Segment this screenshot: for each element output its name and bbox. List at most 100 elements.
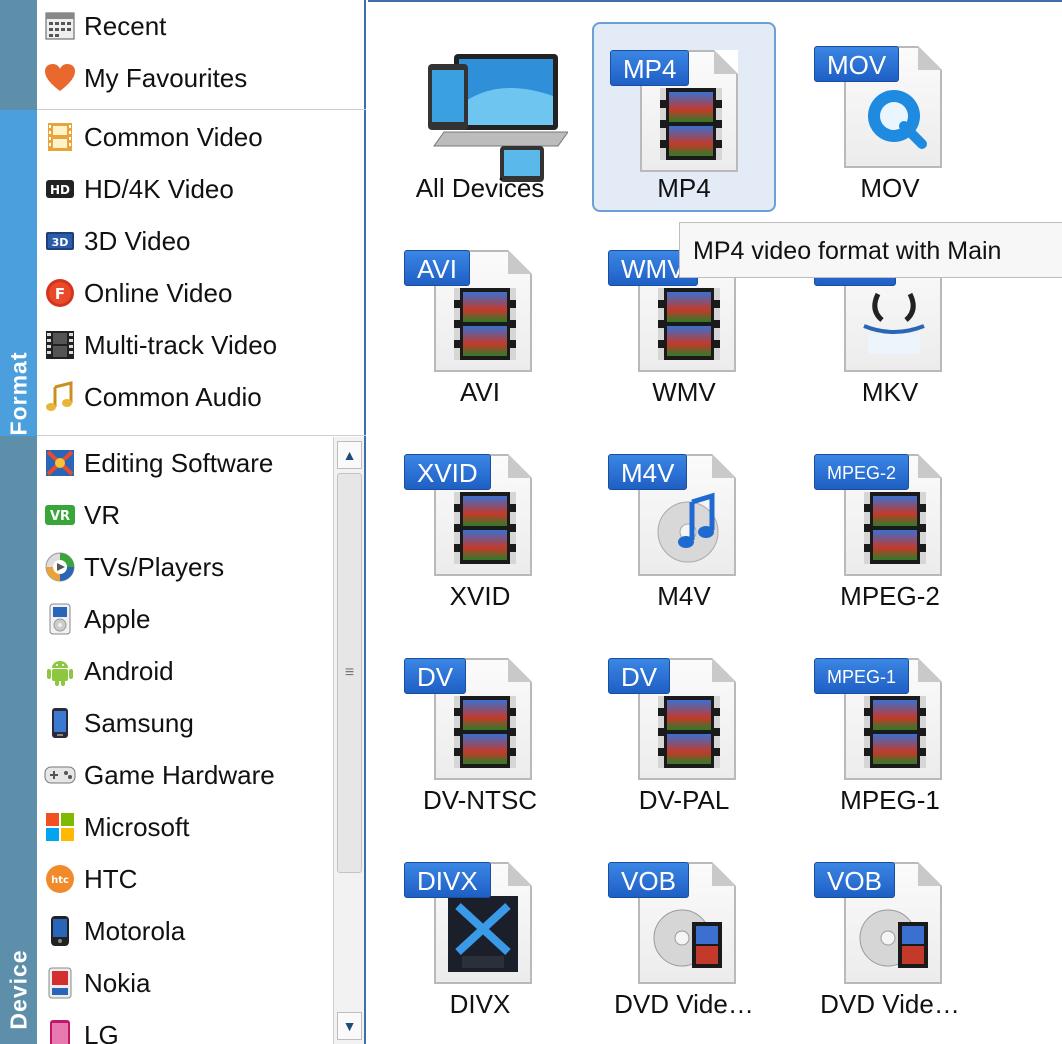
list-item-label: TVs/Players: [84, 551, 225, 582]
list-item-multi-track-video[interactable]: Multi-track Video: [37, 319, 366, 371]
cell-label: WMV: [652, 377, 716, 407]
file-icon: AVI: [404, 250, 532, 372]
devices-icon: [426, 46, 569, 192]
list-item-label: VR: [84, 499, 121, 530]
scroll-down-arrow-icon[interactable]: ▼: [337, 1012, 362, 1040]
device-group: Editing Software VR VR TVs/Players Apple…: [37, 437, 366, 1044]
list-item-3d-video[interactable]: 3D 3D Video: [37, 215, 366, 267]
format-badge: DIVX: [404, 862, 491, 898]
format-badge: DV: [608, 658, 671, 694]
file-icon: DIVX: [404, 862, 532, 984]
format-cell-divx[interactable]: DIVX DIVX: [388, 836, 572, 1026]
device-tab[interactable]: Device: [0, 436, 37, 1044]
vr-icon: VR: [44, 499, 76, 531]
list-item-online-video[interactable]: F Online Video: [37, 267, 366, 319]
list-item-motorola[interactable]: Motorola: [37, 905, 366, 957]
scrollbar-thumb[interactable]: ≡: [337, 473, 362, 873]
svg-text:F: F: [55, 285, 65, 303]
format-badge: DV: [404, 658, 467, 694]
format-badge: M4V: [608, 454, 688, 490]
list-item-game-hardware[interactable]: Game Hardware: [37, 749, 366, 801]
cell-label: MP4: [657, 173, 711, 203]
filmstrip-icon: [44, 329, 76, 361]
list-item-apple[interactable]: Apple: [37, 593, 366, 645]
format-cell-dvd-video-1[interactable]: VOB DVD Vide…: [592, 836, 776, 1026]
list-item-htc[interactable]: htc HTC: [37, 853, 366, 905]
samsung-phone-icon: [44, 707, 76, 739]
list-item-label: Editing Software: [84, 447, 274, 478]
list-item-lg[interactable]: LG: [37, 1009, 366, 1044]
film-icon: [44, 121, 76, 153]
format-cell-mp4[interactable]: MP4 MP4: [592, 22, 776, 212]
format-cell-all-devices[interactable]: All Devices: [388, 20, 572, 210]
device-list-scrollbar[interactable]: ▲ ≡ ▼: [333, 437, 364, 1044]
calendar-icon: [44, 10, 76, 42]
hd-icon: HD: [44, 173, 76, 205]
format-badge: MPEG-2: [814, 454, 910, 490]
htc-icon: htc: [44, 863, 76, 895]
cell-label: DIVX: [449, 989, 511, 1019]
list-item-label: HD/4K Video: [84, 173, 234, 204]
list-item-samsung[interactable]: Samsung: [37, 697, 366, 749]
scroll-up-arrow-icon[interactable]: ▲: [337, 441, 362, 469]
format-tab[interactable]: Format: [0, 110, 37, 436]
cell-label: DVD Vide…: [820, 989, 960, 1019]
category-tab-strip: Format Device: [0, 0, 37, 1044]
nokia-icon: [44, 967, 76, 999]
ipod-icon: [44, 603, 76, 635]
cell-label: XVID: [449, 581, 511, 611]
list-item-nokia[interactable]: Nokia: [37, 957, 366, 1009]
editing-icon: [44, 447, 76, 479]
list-item-editing-software[interactable]: Editing Software: [37, 437, 366, 489]
cell-label: DV-PAL: [638, 785, 730, 815]
recent-group: Recent My Favourites: [37, 0, 366, 110]
cell-label: All Devices: [415, 173, 545, 203]
file-icon: MOV: [814, 46, 942, 168]
file-icon: DV: [404, 658, 532, 780]
format-badge: VOB: [814, 862, 895, 898]
format-badge: MPEG-1: [814, 658, 910, 694]
format-cell-mpeg-1[interactable]: MPEG-1 MPEG-1: [798, 632, 982, 822]
list-item-microsoft[interactable]: Microsoft: [37, 801, 366, 853]
list-item-common-audio[interactable]: Common Audio: [37, 371, 366, 423]
cell-label: M4V: [657, 581, 711, 611]
list-item-my-favourites[interactable]: My Favourites: [37, 52, 366, 104]
format-cell-avi[interactable]: AVI AVI: [388, 224, 572, 414]
list-item-hd-4k-video[interactable]: HD HD/4K Video: [37, 163, 366, 215]
matroska-icon: [863, 292, 925, 354]
format-badge: AVI: [404, 250, 470, 286]
list-item-tvs-players[interactable]: TVs/Players: [37, 541, 366, 593]
device-tab-label: Device: [5, 949, 31, 1030]
cell-label: MPEG-1: [840, 785, 940, 815]
list-item-label: 3D Video: [84, 225, 191, 256]
list-item-label: Motorola: [84, 915, 186, 946]
format-badge: MOV: [814, 46, 900, 82]
android-icon: [44, 655, 76, 687]
3d-icon: 3D: [44, 225, 76, 257]
dvd-icon: [653, 909, 722, 968]
file-icon: VOB: [608, 862, 736, 984]
file-icon: MPEG-1: [814, 658, 942, 780]
motorola-icon: [44, 915, 76, 947]
format-cell-mpeg-2[interactable]: MPEG-2 MPEG-2: [798, 428, 982, 618]
gamepad-icon: [44, 759, 76, 791]
list-item-recent[interactable]: Recent: [37, 0, 366, 52]
list-item-label: LG: [84, 1019, 119, 1044]
format-cell-mov[interactable]: MOV MOV: [798, 20, 982, 210]
list-item-label: Android: [84, 655, 174, 686]
list-item-common-video[interactable]: Common Video: [37, 111, 366, 163]
format-cell-dv-pal[interactable]: DV DV-PAL: [592, 632, 776, 822]
list-item-label: Common Video: [84, 121, 263, 152]
format-cell-xvid[interactable]: XVID XVID: [388, 428, 572, 618]
list-item-android[interactable]: Android: [37, 645, 366, 697]
format-cell-dvd-video-2[interactable]: VOB DVD Vide…: [798, 836, 982, 1026]
format-cell-m4v[interactable]: M4V M4V: [592, 428, 776, 618]
category-list-panel: Recent My Favourites Common Video HD HD/…: [37, 0, 366, 1044]
format-group: Common Video HD HD/4K Video 3D 3D Video …: [37, 111, 366, 436]
list-item-vr[interactable]: VR VR: [37, 489, 366, 541]
format-cell-dv-ntsc[interactable]: DV DV-NTSC: [388, 632, 572, 822]
svg-text:HD: HD: [50, 183, 70, 197]
list-item-label: Nokia: [84, 967, 151, 998]
recent-tab[interactable]: [0, 0, 37, 110]
format-grid: All Devices MP4 MP4 MOV MOV AVI AVI WMV …: [368, 0, 1062, 1044]
